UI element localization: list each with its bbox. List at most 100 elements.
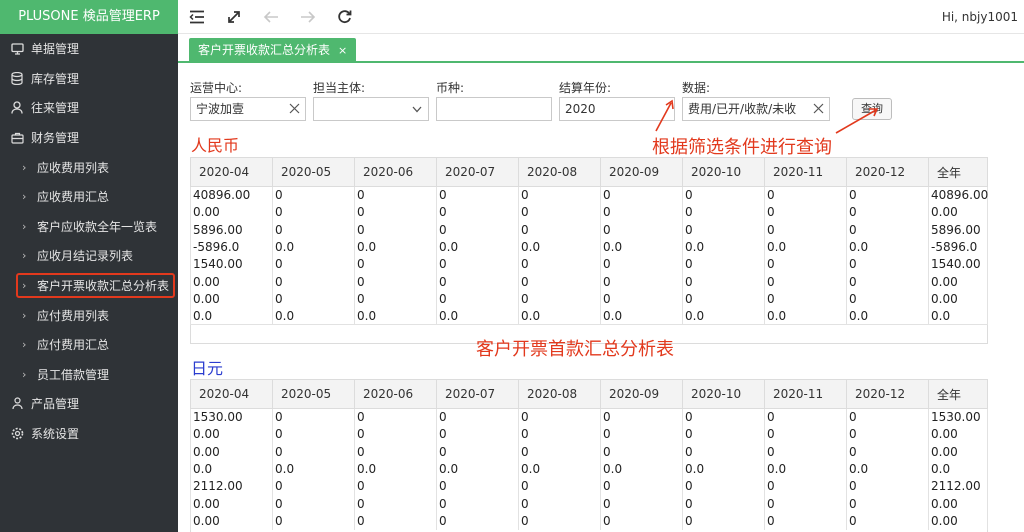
- table-cell: 0.0: [764, 460, 847, 478]
- table-cell: 0: [682, 512, 765, 530]
- column-header[interactable]: 2020-06: [354, 379, 437, 409]
- sidebar-item-invoice-analysis[interactable]: › 客户开票收款汇总分析表: [0, 271, 178, 301]
- table-cell: 0: [846, 512, 929, 530]
- sidebar-item-annual-overview[interactable]: › 客户应收款全年一览表: [0, 212, 178, 242]
- jpy-section-title: 日元: [191, 359, 224, 378]
- column-header[interactable]: 2020-09: [600, 157, 683, 187]
- table-cell: 0: [682, 186, 765, 204]
- column-header[interactable]: 2020-12: [846, 379, 929, 409]
- table-cell: 0: [764, 290, 847, 308]
- sidebar-item-finance[interactable]: 财务管理: [0, 123, 178, 153]
- table-cell: 0: [272, 494, 355, 513]
- table-cell: 0: [846, 186, 929, 204]
- column-header[interactable]: 2020-11: [764, 379, 847, 409]
- sidebar-item-receivable-summary[interactable]: › 应收费用汇总: [0, 182, 178, 212]
- table-cell: 0: [846, 408, 929, 426]
- sidebar-item-contacts[interactable]: 往来管理: [0, 93, 178, 123]
- table-cell: 0: [682, 477, 765, 495]
- table-row[interactable]: 1540.00 0 0 0 0 0 0 0 0 1540.00: [190, 255, 988, 273]
- fullscreen-icon[interactable]: [215, 0, 252, 34]
- table-row[interactable]: 0.00 0 0 0 0 0 0 0 0 0.00: [190, 512, 988, 530]
- column-header[interactable]: 2020-08: [518, 379, 601, 409]
- table-cell: 1540.00: [928, 255, 988, 273]
- table-cell: -5896.0: [928, 238, 988, 256]
- sidebar-item-monthly-records[interactable]: › 应收月结记录列表: [0, 241, 178, 271]
- column-header[interactable]: 2020-07: [436, 379, 519, 409]
- clear-icon[interactable]: [288, 102, 301, 115]
- table-row[interactable]: 0.00 0 0 0 0 0 0 0 0 0.00: [190, 443, 988, 461]
- table-annotation: 客户开票首款汇总分析表: [476, 339, 674, 360]
- center-select[interactable]: 宁波加壹: [190, 97, 306, 121]
- table-row[interactable]: 2112.00 0 0 0 0 0 0 0 0 2112.00: [190, 477, 988, 495]
- column-header[interactable]: 2020-05: [272, 157, 355, 187]
- sidebar-item-label: 产品管理: [31, 397, 80, 412]
- column-header[interactable]: 2020-04: [190, 157, 273, 187]
- table-row[interactable]: 0.00 0 0 0 0 0 0 0 0 0.00: [190, 272, 988, 291]
- entity-select[interactable]: [313, 97, 429, 121]
- filter-label-data: 数据:: [682, 81, 711, 95]
- rmb-table-body: 40896.00 0 0 0 0 0 0 0 0 40896.00 0.00 0 0 0 0 0 0 0 0 0.00…: [190, 186, 988, 326]
- column-header[interactable]: 2020-10: [682, 379, 765, 409]
- table-cell: 0.00: [190, 203, 273, 222]
- table-row[interactable]: 0.00 0 0 0 0 0 0 0 0 0.00: [190, 290, 988, 308]
- column-header[interactable]: 2020-04: [190, 379, 273, 409]
- table-row[interactable]: 0.00 0 0 0 0 0 0 0 0 0.00: [190, 425, 988, 444]
- table-cell: 0: [272, 443, 355, 461]
- back-icon[interactable]: [252, 0, 289, 34]
- table-cell: 0: [846, 255, 929, 273]
- table-row[interactable]: 0.0 0.0 0.0 0.0 0.0 0.0 0.0 0.0 0.0 0.0: [190, 460, 988, 478]
- table-cell: 0: [846, 272, 929, 291]
- column-header[interactable]: 2020-09: [600, 379, 683, 409]
- sidebar-item-inventory[interactable]: 库存管理: [0, 64, 178, 94]
- sidebar-item-employee-loans[interactable]: › 员工借款管理: [0, 360, 178, 390]
- table-cell: 0: [846, 477, 929, 495]
- user-greeting[interactable]: Hi, nbjy1001: [942, 0, 1018, 34]
- table-row[interactable]: -5896.0 0.0 0.0 0.0 0.0 0.0 0.0 0.0 0.0 -5896.0: [190, 238, 988, 256]
- table-cell: 0: [436, 494, 519, 513]
- table-cell: 0: [682, 203, 765, 222]
- forward-icon[interactable]: [289, 0, 326, 34]
- table-row[interactable]: 1530.00 0 0 0 0 0 0 0 0 1530.00: [190, 408, 988, 426]
- table-cell: 0.0: [600, 460, 683, 478]
- column-header[interactable]: 2020-07: [436, 157, 519, 187]
- column-header[interactable]: 2020-12: [846, 157, 929, 187]
- table-row[interactable]: 40896.00 0 0 0 0 0 0 0 0 40896.00: [190, 186, 988, 204]
- sidebar-item-documents[interactable]: 单据管理: [0, 34, 178, 64]
- table-row[interactable]: 5896.00 0 0 0 0 0 0 0 0 5896.00: [190, 221, 988, 239]
- sidebar-item-receivable-list[interactable]: › 应收费用列表: [0, 152, 178, 182]
- currency-input[interactable]: [436, 97, 552, 121]
- table-cell: 0: [272, 425, 355, 444]
- table-cell: 0: [354, 477, 437, 495]
- sidebar: PLUSONE 検品管理ERP 单据管理 库存管理 往来管理 财务管理 › 应收…: [0, 0, 178, 532]
- table-cell: 0.0: [846, 238, 929, 256]
- table-row[interactable]: 0.0 0.0 0.0 0.0 0.0 0.0 0.0 0.0 0.0 0.0: [190, 307, 988, 326]
- tab-invoice-analysis[interactable]: 客户开票收款汇总分析表 ×: [189, 38, 357, 63]
- column-header[interactable]: 2020-08: [518, 157, 601, 187]
- column-header[interactable]: 全年: [928, 379, 988, 409]
- close-icon[interactable]: ×: [338, 38, 347, 63]
- table-cell: 0: [518, 425, 601, 444]
- column-header[interactable]: 2020-05: [272, 379, 355, 409]
- sidebar-item-payable-list[interactable]: › 应付费用列表: [0, 300, 178, 330]
- table-cell: 0: [436, 272, 519, 291]
- table-cell: 0: [436, 203, 519, 222]
- table-cell: 0.0: [190, 307, 273, 326]
- table-cell: 0: [354, 443, 437, 461]
- table-cell: 0.0: [682, 238, 765, 256]
- table-cell: 0: [518, 477, 601, 495]
- column-header[interactable]: 2020-06: [354, 157, 437, 187]
- table-cell: 0: [272, 186, 355, 204]
- column-header[interactable]: 全年: [928, 157, 988, 187]
- sidebar-item-products[interactable]: 产品管理: [0, 389, 178, 419]
- chevron-right-icon: ›: [22, 308, 27, 322]
- table-cell: 0: [600, 255, 683, 273]
- table-row[interactable]: 0.00 0 0 0 0 0 0 0 0 0.00: [190, 494, 988, 513]
- sidebar-item-settings[interactable]: 系统设置: [0, 419, 178, 449]
- column-header[interactable]: 2020-11: [764, 157, 847, 187]
- table-cell: 0: [272, 203, 355, 222]
- collapse-menu-icon[interactable]: [178, 0, 215, 34]
- sidebar-item-payable-summary[interactable]: › 应付费用汇总: [0, 330, 178, 360]
- refresh-icon[interactable]: [326, 0, 363, 34]
- column-header[interactable]: 2020-10: [682, 157, 765, 187]
- table-row[interactable]: 0.00 0 0 0 0 0 0 0 0 0.00: [190, 203, 988, 222]
